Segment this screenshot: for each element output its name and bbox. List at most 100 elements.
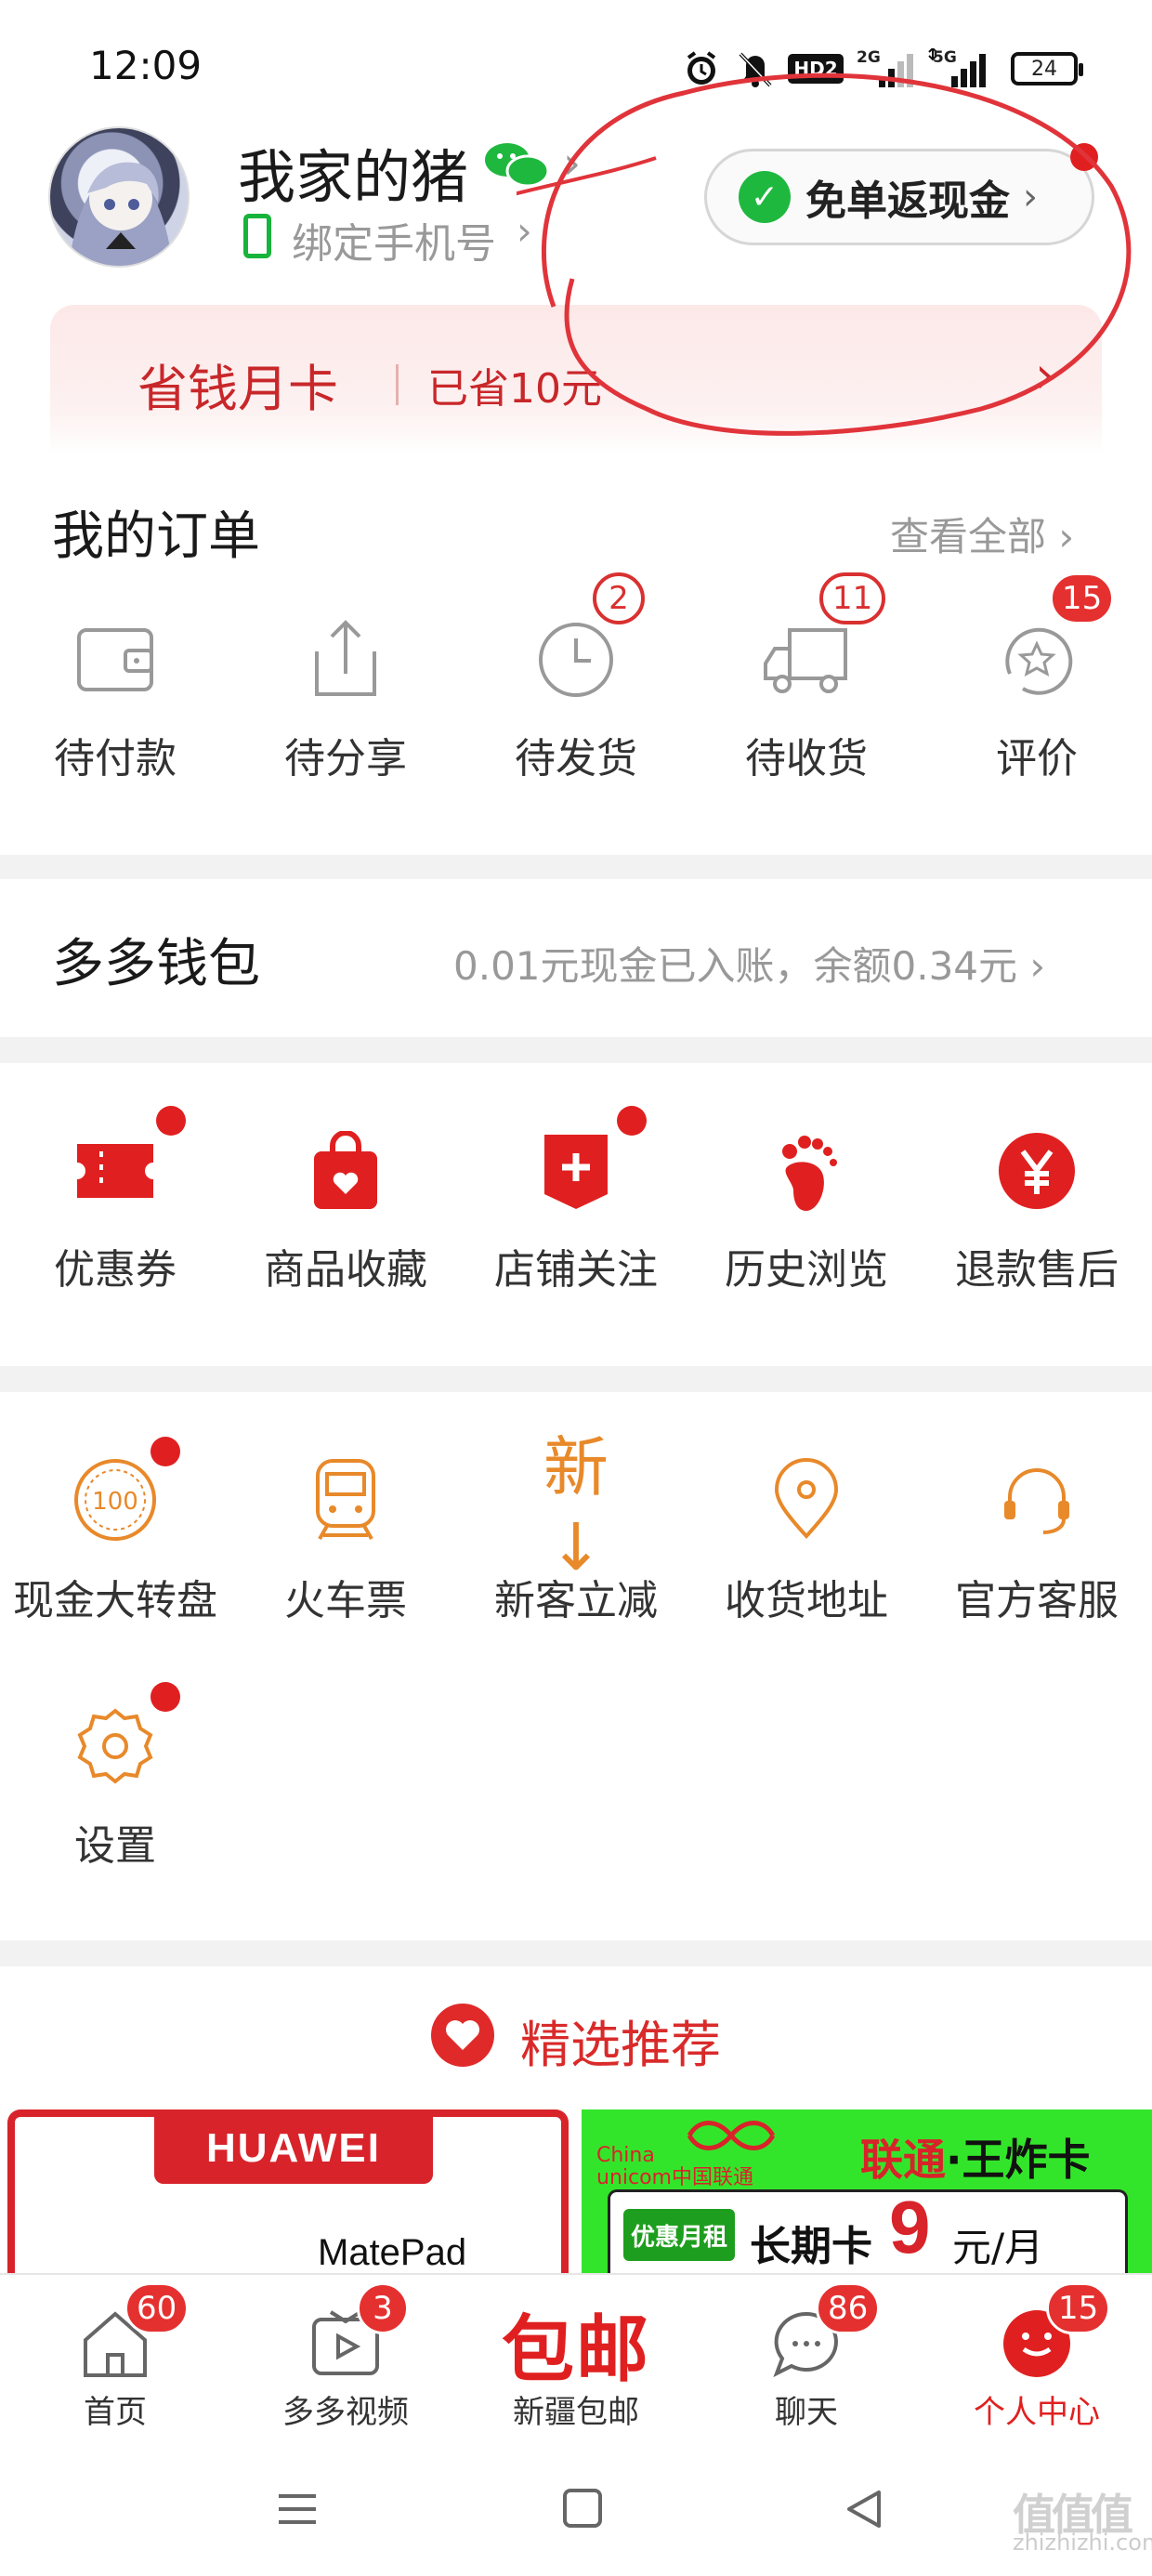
battery-indicator: 24 bbox=[1011, 52, 1083, 85]
clock-icon bbox=[530, 613, 622, 706]
tab-label: 首页 bbox=[84, 2394, 147, 2431]
signal-2g-label: 2G bbox=[857, 48, 881, 67]
location-pin-icon bbox=[760, 1453, 853, 1546]
tab-chat[interactable]: 86 聊天 bbox=[691, 2275, 922, 2444]
notification-dot bbox=[151, 1437, 180, 1466]
order-count-badge: 11 bbox=[819, 572, 886, 624]
bind-phone-arrow-icon[interactable]: › bbox=[517, 208, 532, 254]
tab-label: 聊天 bbox=[775, 2394, 838, 2431]
tab-home[interactable]: 60 首页 bbox=[0, 2275, 230, 2444]
signal-2g-icon: 2G bbox=[855, 48, 920, 89]
chevron-right-icon: › bbox=[1023, 176, 1038, 218]
system-navigation-bar bbox=[0, 2442, 1152, 2576]
profile-arrow-icon[interactable]: › bbox=[563, 138, 581, 190]
service-train-tickets[interactable]: 火车票 bbox=[230, 1453, 461, 1676]
cashback-button[interactable]: ✓ 免单返现金 › bbox=[704, 149, 1094, 245]
profile-header: 我家的猪 › 绑定手机号 › ✓ 免单返现金 › 省钱月卡 已省10元 › bbox=[0, 72, 1152, 455]
unicom-product: 王炸卡 bbox=[962, 2135, 1091, 2185]
wallet-title: 多多钱包 bbox=[52, 934, 260, 994]
tab-badge: 60 bbox=[124, 2282, 190, 2334]
tab-badge: 3 bbox=[357, 2282, 409, 2334]
offer-tag: 优惠月租 bbox=[623, 2209, 735, 2261]
order-label: 待收货 bbox=[745, 735, 868, 782]
order-label: 待付款 bbox=[54, 735, 177, 782]
train-icon bbox=[299, 1453, 392, 1546]
new-discount-icon: 新↓ bbox=[543, 1428, 609, 1585]
order-label: 评价 bbox=[996, 735, 1078, 782]
order-pending-payment[interactable]: 待付款 bbox=[0, 613, 230, 836]
service-cash-wheel[interactable]: 100 现金大转盘 bbox=[0, 1437, 230, 1676]
divider bbox=[396, 364, 399, 405]
menu-refunds[interactable]: 退款售后 bbox=[922, 1124, 1152, 1347]
quick-menu-card: 优惠券 商品收藏 店铺关注 历史浏览 退款售后 bbox=[0, 1063, 1152, 1366]
tab-badge: 15 bbox=[1046, 2282, 1111, 2334]
order-pending-shipment[interactable]: 2 待发货 bbox=[461, 572, 691, 836]
headset-icon bbox=[990, 1453, 1083, 1546]
order-pending-share[interactable]: 待分享 bbox=[230, 613, 461, 836]
month-card-banner[interactable]: 省钱月卡 已省10元 › bbox=[50, 305, 1102, 455]
tab-label: 新疆包邮 bbox=[513, 2394, 639, 2431]
menu-label: 优惠券 bbox=[54, 1246, 177, 1294]
bind-phone-link[interactable]: 绑定手机号 bbox=[292, 210, 496, 269]
tab-free-shipping[interactable]: 包邮 新疆包邮 bbox=[461, 2275, 691, 2444]
watermark-text: zhizhizhi.com bbox=[1013, 2530, 1152, 2556]
home-square-icon[interactable] bbox=[563, 2489, 602, 2528]
tab-label: 多多视频 bbox=[282, 2394, 409, 2431]
offer-unit: 元/月 bbox=[952, 2225, 1044, 2270]
service-new-customer[interactable]: 新↓ 新客立减 bbox=[461, 1428, 691, 1676]
order-label: 待发货 bbox=[515, 735, 637, 782]
review-star-icon bbox=[990, 613, 1083, 706]
recommend-title: 精选推荐 bbox=[520, 2016, 721, 2074]
menu-label: 商品收藏 bbox=[264, 1246, 427, 1294]
order-count-badge: 15 bbox=[1050, 572, 1115, 624]
tab-videos[interactable]: 3 多多视频 bbox=[230, 2275, 461, 2444]
back-triangle-icon[interactable] bbox=[842, 2487, 886, 2531]
service-label: 火车票 bbox=[284, 1577, 407, 1624]
product-card-huawei[interactable]: HUAWEI MatePad 11.5"S bbox=[7, 2109, 569, 2315]
order-label: 待分享 bbox=[284, 735, 407, 782]
notification-dot bbox=[151, 1682, 180, 1712]
tab-label: 个人中心 bbox=[974, 2394, 1100, 2431]
username[interactable]: 我家的猪 bbox=[238, 130, 468, 214]
unicom-title-sep: · bbox=[946, 2135, 962, 2185]
hd-icon: HD2 bbox=[788, 48, 844, 89]
menu-followed-stores[interactable]: 店铺关注 bbox=[461, 1106, 691, 1347]
view-all-orders-link[interactable]: 查看全部 › bbox=[890, 506, 1074, 562]
service-customer-support[interactable]: 官方客服 bbox=[922, 1453, 1152, 1676]
unicom-logo-line2: unicom中国联通 bbox=[596, 2166, 753, 2189]
service-address[interactable]: 收货地址 bbox=[691, 1453, 922, 1676]
service-label: 收货地址 bbox=[725, 1577, 888, 1624]
menu-label: 店铺关注 bbox=[494, 1246, 658, 1294]
menu-favorites[interactable]: 商品收藏 bbox=[230, 1124, 461, 1347]
month-card-title: 省钱月卡 bbox=[137, 360, 338, 418]
service-label: 设置 bbox=[74, 1822, 156, 1870]
huawei-logo: HUAWEI bbox=[154, 2113, 433, 2184]
product-card-unicom[interactable]: China unicom中国联通 联通·王炸卡 优惠月租 长期卡 9 元/月 bbox=[582, 2109, 1152, 2277]
orders-title: 我的订单 bbox=[52, 506, 260, 567]
wheel-icon: 100 bbox=[69, 1453, 162, 1546]
ticket-icon bbox=[69, 1124, 162, 1217]
service-label: 新客立减 bbox=[494, 1577, 658, 1624]
unicom-offer-panel: 优惠月租 长期卡 9 元/月 bbox=[608, 2186, 1128, 2277]
phone-icon bbox=[243, 214, 271, 258]
menu-coupons[interactable]: 优惠券 bbox=[0, 1106, 230, 1347]
truck-icon bbox=[760, 613, 853, 706]
footprint-icon bbox=[760, 1124, 853, 1217]
service-settings[interactable]: 设置 bbox=[0, 1682, 230, 1922]
wallet-card[interactable]: 多多钱包 0.01元现金已入账，余额0.34元 › bbox=[0, 879, 1152, 1037]
avatar[interactable] bbox=[48, 126, 190, 268]
menu-icon[interactable] bbox=[275, 2491, 320, 2528]
menu-history[interactable]: 历史浏览 bbox=[691, 1124, 922, 1347]
order-review[interactable]: 15 评价 bbox=[922, 572, 1152, 836]
services-card: 100 现金大转盘 火车票 新↓ 新客立减 收货地址 官方客服 设置 bbox=[0, 1392, 1152, 1940]
wheel-icon-text: 100 bbox=[92, 1488, 138, 1516]
bottom-tab-bar: 60 首页 3 多多视频 包邮 新疆包邮 86 聊天 15 个人中心 bbox=[0, 2273, 1152, 2442]
notification-dot bbox=[1070, 143, 1098, 171]
signal-5g-icon: 5G bbox=[925, 48, 994, 89]
wechat-icon bbox=[483, 139, 550, 190]
share-icon bbox=[299, 613, 392, 706]
offer-price: 9 bbox=[889, 2186, 931, 2268]
order-pending-receipt[interactable]: 11 待收货 bbox=[691, 572, 922, 836]
tab-profile[interactable]: 15 个人中心 bbox=[922, 2275, 1152, 2444]
order-count-badge: 2 bbox=[593, 572, 645, 624]
